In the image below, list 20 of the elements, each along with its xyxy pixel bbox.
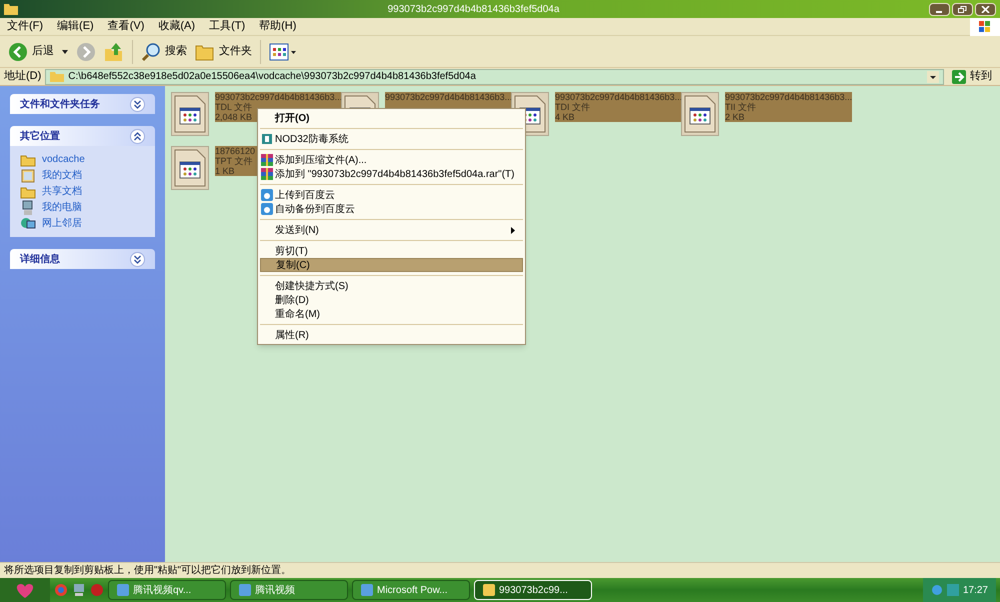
clock: 17:27: [962, 584, 988, 598]
file-size: 2,048 KB: [215, 112, 252, 122]
file-name: 993073b2c997d4b4b81436b3...: [215, 92, 342, 102]
file-size: 2 KB: [725, 112, 745, 122]
file-type: TPT 文件: [215, 156, 252, 166]
file-type: TDI 文件: [555, 102, 590, 112]
file-name: 18766120: [215, 146, 256, 156]
file-size: 1 KB: [215, 166, 235, 176]
file-name: 993073b2c997d4b4b81436b3...: [725, 92, 852, 102]
panel-title: 详细信息: [20, 252, 60, 266]
file-size: 4 KB: [555, 112, 575, 122]
file-type: TDL 文件: [215, 102, 252, 112]
panel-title: 其它位置: [20, 129, 60, 144]
panel-title: 文件和文件夹任务: [20, 98, 100, 112]
status-text: 将所选项目复制到剪贴板上，使用"粘贴"可以把它们放到新位置。: [4, 564, 292, 578]
address-label: 地址(D): [4, 69, 42, 84]
file-name: 993073b2c997d4b4b81436b3...: [385, 92, 512, 102]
file-type: TII 文件: [725, 102, 756, 112]
window-title: 993073b2c997d4b4b81436b3fef5d04a: [386, 2, 560, 16]
file-name: 993073b2c997d4b4b81436b3...: [555, 92, 682, 102]
